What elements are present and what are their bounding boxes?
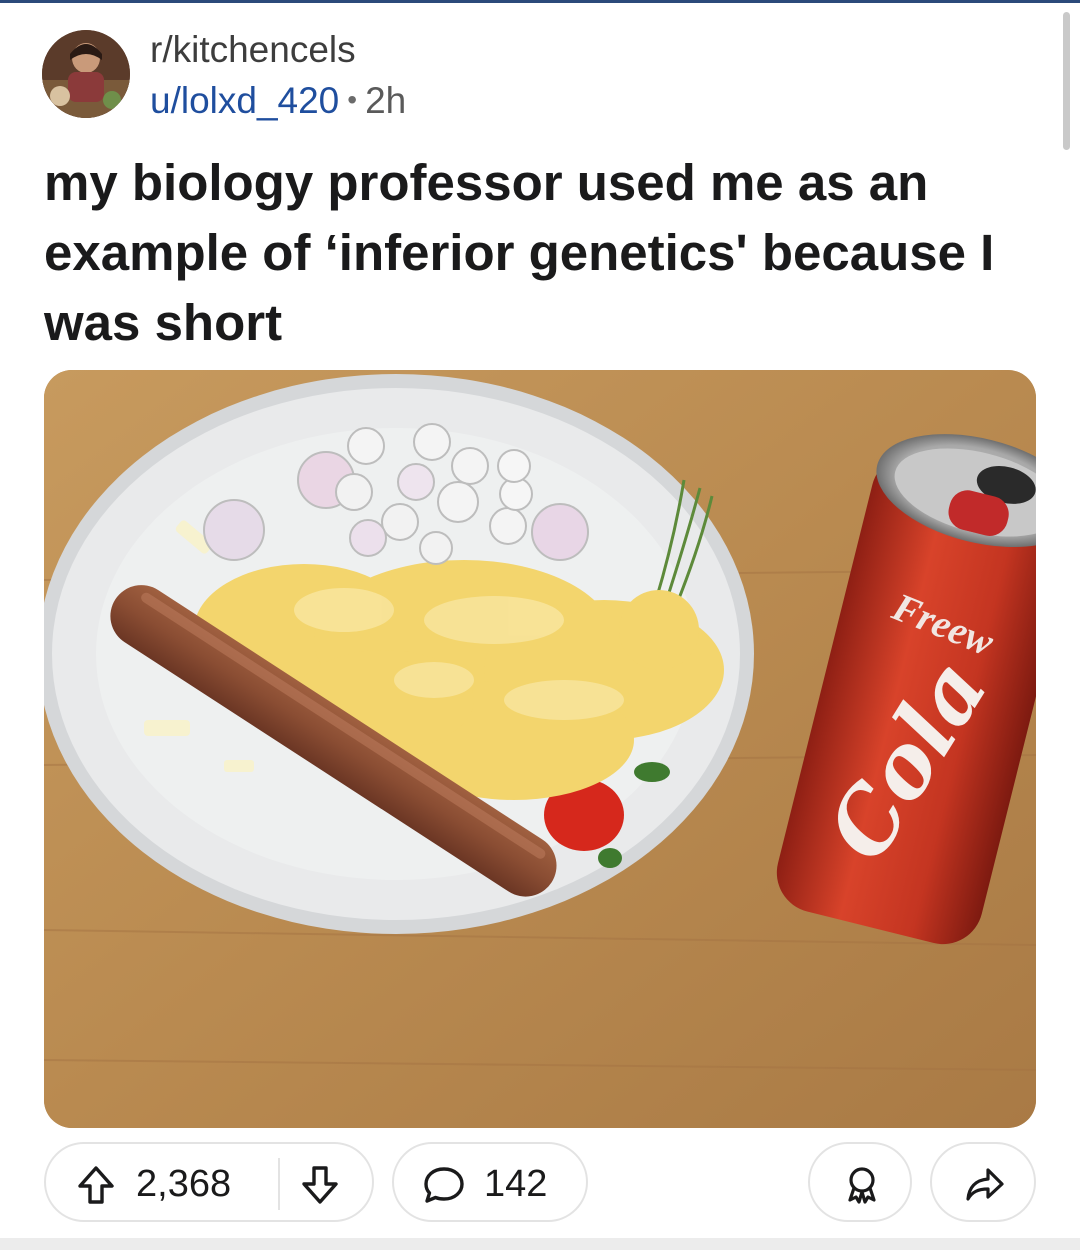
- author-link[interactable]: u/lolxd_420: [150, 80, 339, 121]
- comment-count: 142: [484, 1163, 548, 1205]
- post-header: r/kitchencels u/lolxd_420 • 2h: [42, 28, 642, 123]
- share-arrow-icon: [964, 1164, 1006, 1211]
- scrollbar[interactable]: [1063, 12, 1070, 150]
- upvote-count: 2,368: [136, 1163, 232, 1205]
- top-border: [0, 0, 1080, 3]
- bottom-divider: [0, 1238, 1080, 1250]
- post-title[interactable]: my biology professor used me as an examp…: [44, 148, 1034, 358]
- vote-control: 2,368: [44, 1142, 374, 1222]
- share-button[interactable]: [930, 1142, 1036, 1222]
- comment-bubble-icon: [422, 1164, 466, 1211]
- downvote-arrow-icon[interactable]: [300, 1164, 340, 1211]
- meta-separator: •: [347, 84, 358, 115]
- post-age: 2h: [365, 80, 407, 121]
- post-meta: u/lolxd_420 • 2h: [150, 78, 406, 123]
- post-image[interactable]: Freew Cola: [44, 370, 1036, 1128]
- subreddit-name[interactable]: r/kitchencels: [150, 28, 356, 72]
- upvote-arrow-icon[interactable]: [76, 1164, 116, 1211]
- post-actions: 2,368 142: [44, 1142, 1036, 1226]
- comments-button[interactable]: 142: [392, 1142, 588, 1222]
- award-icon: [842, 1164, 882, 1211]
- vote-divider: [278, 1158, 280, 1210]
- award-button[interactable]: [808, 1142, 912, 1222]
- subreddit-avatar[interactable]: [42, 30, 130, 118]
